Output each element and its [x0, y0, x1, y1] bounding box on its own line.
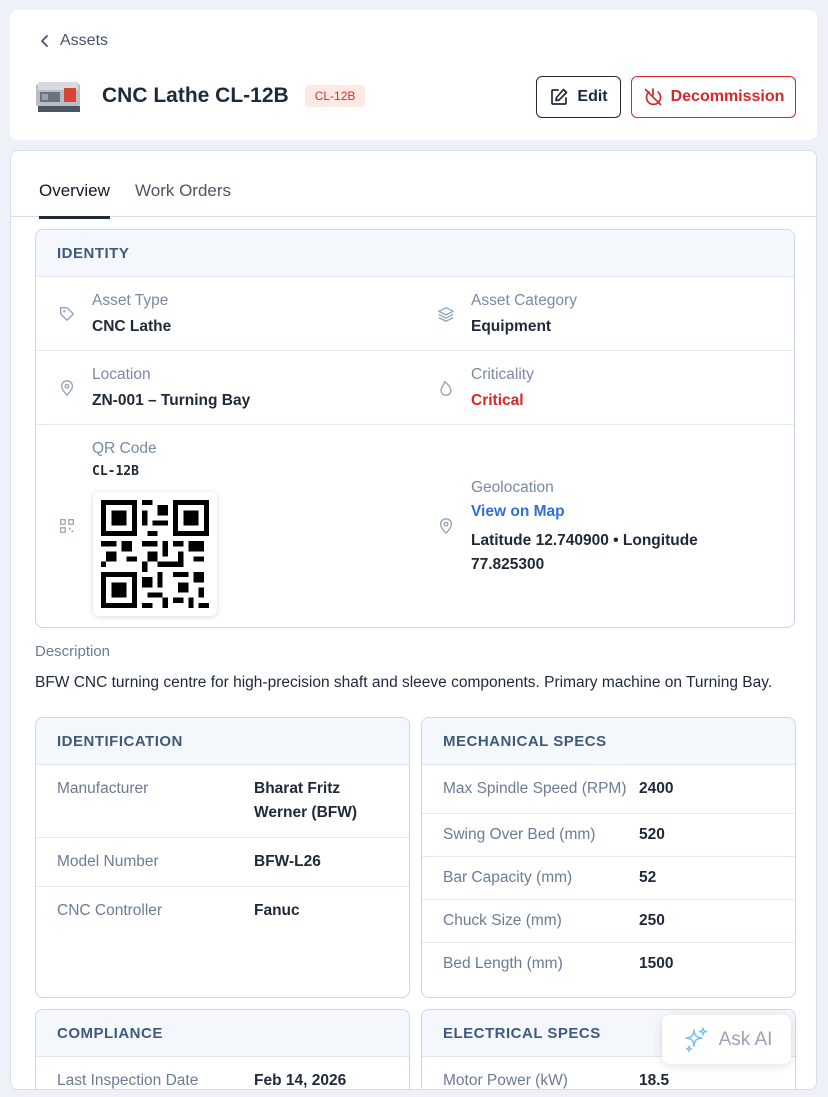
identification-heading: IDENTIFICATION: [36, 718, 409, 765]
spec-row: Swing Over Bed (mm) 520: [422, 814, 795, 857]
asset-header: Assets CNC Lathe CL-12B CL-12B Edit Deco…: [10, 10, 817, 140]
decommission-button-label: Decommission: [670, 88, 785, 105]
spec-key: CNC Controller: [57, 902, 163, 919]
criticality-label: Criticality: [471, 366, 534, 383]
asset-category-label: Asset Category: [471, 292, 577, 309]
mechanical-heading: MECHANICAL SPECS: [422, 718, 795, 765]
chevron-left-icon: [41, 35, 48, 47]
geolocation-value: Latitude 12.740900 • Longitude 77.825300: [471, 532, 698, 573]
qr-code-field: QR Code CL-12B: [92, 440, 157, 479]
spec-key: Manufacturer: [57, 780, 149, 797]
asset-type-value: CNC Lathe: [92, 318, 172, 335]
description-text: BFW CNC turning centre for high-precisio…: [35, 674, 773, 691]
spec-value: Feb 14, 2026: [254, 1072, 347, 1089]
back-link-label: Assets: [60, 32, 109, 49]
qr-code-icon: [60, 519, 74, 533]
asset-thumbnail: [36, 82, 80, 112]
power-off-icon: [644, 88, 661, 106]
map-pin-icon: [60, 380, 74, 397]
spec-value: 18.5: [639, 1072, 670, 1089]
spec-value: 52: [639, 869, 657, 886]
page-title: CNC Lathe CL-12B: [102, 84, 289, 107]
edit-icon: [551, 88, 568, 105]
spec-row: Max Spindle Speed (RPM) 2400: [422, 765, 795, 814]
spec-key: Chuck Size (mm): [443, 912, 562, 929]
back-to-assets-link[interactable]: Assets: [38, 32, 108, 50]
decommission-button[interactable]: Decommission: [631, 76, 796, 118]
spec-row: Model Number BFW-L26: [36, 838, 409, 887]
edit-button-label: Edit: [577, 88, 608, 105]
spec-row: Manufacturer Bharat Fritz Werner (BFW): [36, 765, 409, 838]
spec-value: Fanuc: [254, 902, 300, 919]
qr-code-image: [93, 492, 217, 616]
identification-section: IDENTIFICATION Manufacturer Bharat Fritz…: [35, 717, 410, 998]
flame-icon: [440, 381, 452, 396]
ask-ai-button[interactable]: Ask AI: [662, 1015, 791, 1064]
spec-value: 250: [639, 912, 665, 929]
tab-bar: Overview Work Orders: [11, 151, 816, 219]
spec-key: Model Number: [57, 853, 159, 870]
spec-row: Bed Length (mm) 1500: [422, 943, 795, 985]
spec-key: Bar Capacity (mm): [443, 869, 573, 886]
tag-icon: [60, 307, 74, 321]
tab-overview[interactable]: Overview: [39, 181, 110, 219]
asset-category-field: Asset Category Equipment: [471, 292, 577, 336]
spec-row: Chuck Size (mm) 250: [422, 900, 795, 943]
geolocation-label: Geolocation: [471, 479, 554, 496]
compliance-section: COMPLIANCE Last Inspection Date Feb 14, …: [35, 1009, 410, 1089]
spec-value: BFW-L26: [254, 853, 321, 870]
spec-row: Bar Capacity (mm) 52: [422, 857, 795, 900]
asset-category-value: Equipment: [471, 318, 552, 335]
identity-row: Location ZN-001 – Turning Bay Criticalit…: [36, 351, 794, 425]
criticality-field: Criticality Critical: [471, 366, 534, 410]
spec-row: CNC Controller Fanuc: [36, 887, 409, 935]
spec-key: Last Inspection Date: [57, 1072, 199, 1089]
asset-type-field: Asset Type CNC Lathe: [92, 292, 171, 336]
spec-key: Motor Power (kW): [443, 1072, 568, 1089]
qr-code-value: CL-12B: [92, 464, 139, 479]
criticality-value: Critical: [471, 392, 524, 409]
spec-key: Max Spindle Speed (RPM): [443, 780, 627, 797]
map-pin-icon: [439, 518, 453, 535]
description-label: Description: [35, 643, 111, 660]
tab-work-orders[interactable]: Work Orders: [135, 181, 231, 201]
location-field: Location ZN-001 – Turning Bay: [92, 366, 250, 410]
identity-row: Asset Type CNC Lathe Asset Category Equi…: [36, 277, 794, 351]
ask-ai-label: Ask AI: [718, 1028, 773, 1050]
spec-key: Swing Over Bed (mm): [443, 826, 596, 843]
spec-value: 2400: [639, 780, 674, 797]
view-on-map-link[interactable]: View on Map: [471, 503, 731, 521]
spec-key: Bed Length (mm): [443, 955, 563, 972]
compliance-heading: COMPLIANCE: [36, 1010, 409, 1057]
sparkle-icon: [684, 1026, 707, 1052]
location-value: ZN-001 – Turning Bay: [92, 392, 251, 409]
spec-value: 520: [639, 826, 665, 843]
identity-heading: IDENTITY: [36, 230, 794, 277]
spec-value: 1500: [639, 955, 674, 972]
asset-code-badge: CL-12B: [304, 85, 366, 107]
asset-type-label: Asset Type: [92, 292, 169, 309]
asset-detail-card: Overview Work Orders IDENTITY Asset Type…: [10, 150, 817, 1090]
edit-button[interactable]: Edit: [536, 76, 621, 118]
spec-row: Last Inspection Date Feb 14, 2026: [36, 1057, 409, 1089]
location-label: Location: [92, 366, 151, 383]
identity-section: IDENTITY Asset Type CNC Lathe Asset Cate…: [35, 229, 795, 628]
spec-value: Bharat Fritz Werner (BFW): [254, 780, 358, 821]
qr-code-label: QR Code: [92, 440, 157, 457]
geolocation-field: Geolocation View on Map Latitude 12.7409…: [471, 479, 731, 577]
title-row: CNC Lathe CL-12B CL-12B: [34, 76, 366, 116]
mechanical-specs-section: MECHANICAL SPECS Max Spindle Speed (RPM)…: [421, 717, 796, 998]
layers-icon: [438, 307, 454, 322]
